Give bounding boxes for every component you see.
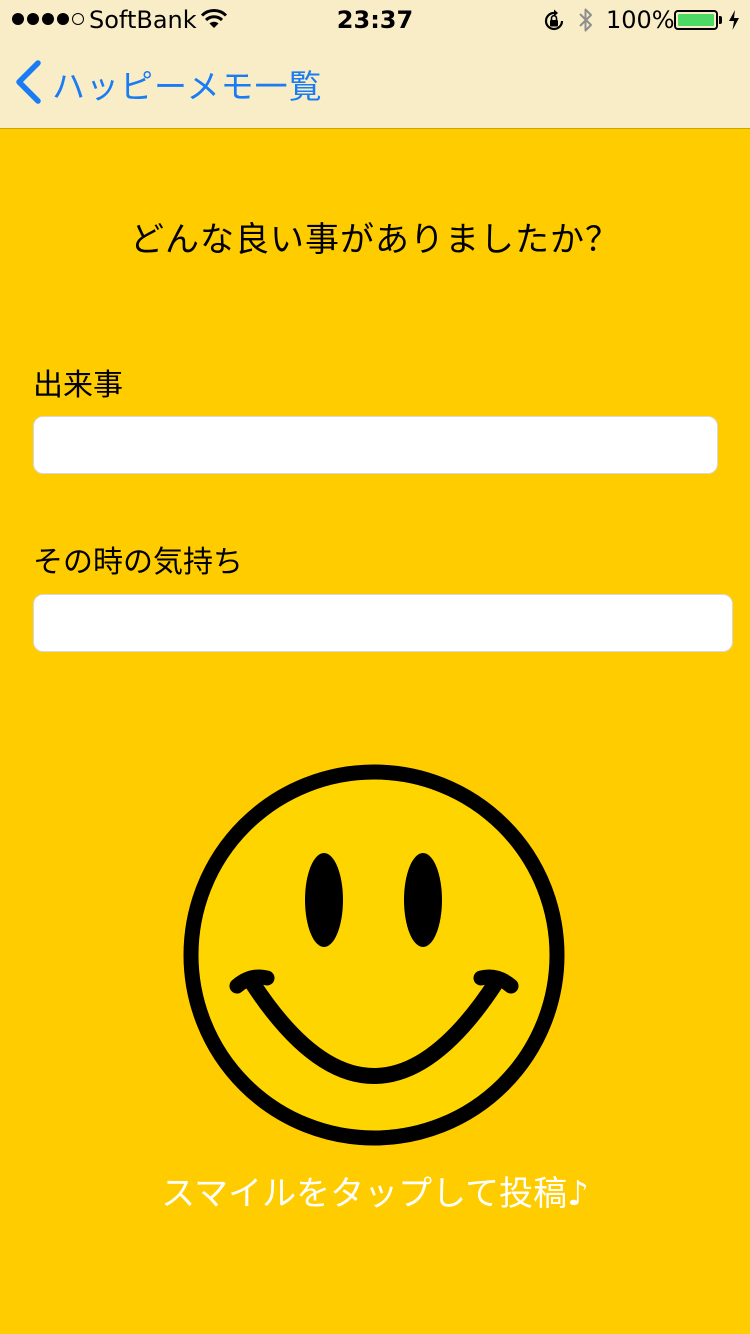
- question-heading: どんな良い事がありましたか？: [130, 220, 620, 260]
- event-label: 出来事: [33, 368, 123, 403]
- bluetooth-icon: [577, 6, 595, 40]
- feeling-input[interactable]: [33, 594, 733, 652]
- event-input[interactable]: [33, 416, 718, 474]
- back-button[interactable]: ハッピーメモ一覧: [14, 60, 323, 108]
- navigation-bar: ハッピーメモ一覧: [0, 40, 750, 129]
- smiley-submit-button[interactable]: [181, 760, 567, 1150]
- charging-bolt-icon: [727, 9, 741, 37]
- back-button-label: ハッピーメモ一覧: [52, 67, 323, 106]
- battery-icon: [674, 10, 718, 30]
- smiley-face-icon: [183, 764, 565, 1146]
- chevron-left-icon: [14, 60, 42, 108]
- battery-percentage: 100%: [606, 6, 675, 34]
- submit-hint: スマイルをタップして投稿♪: [161, 1174, 589, 1214]
- feeling-label: その時の気持ち: [33, 545, 243, 580]
- battery-tip: [719, 16, 722, 24]
- status-bar: SoftBank 23:37 100%: [0, 0, 750, 40]
- rotation-lock-icon: [541, 8, 567, 40]
